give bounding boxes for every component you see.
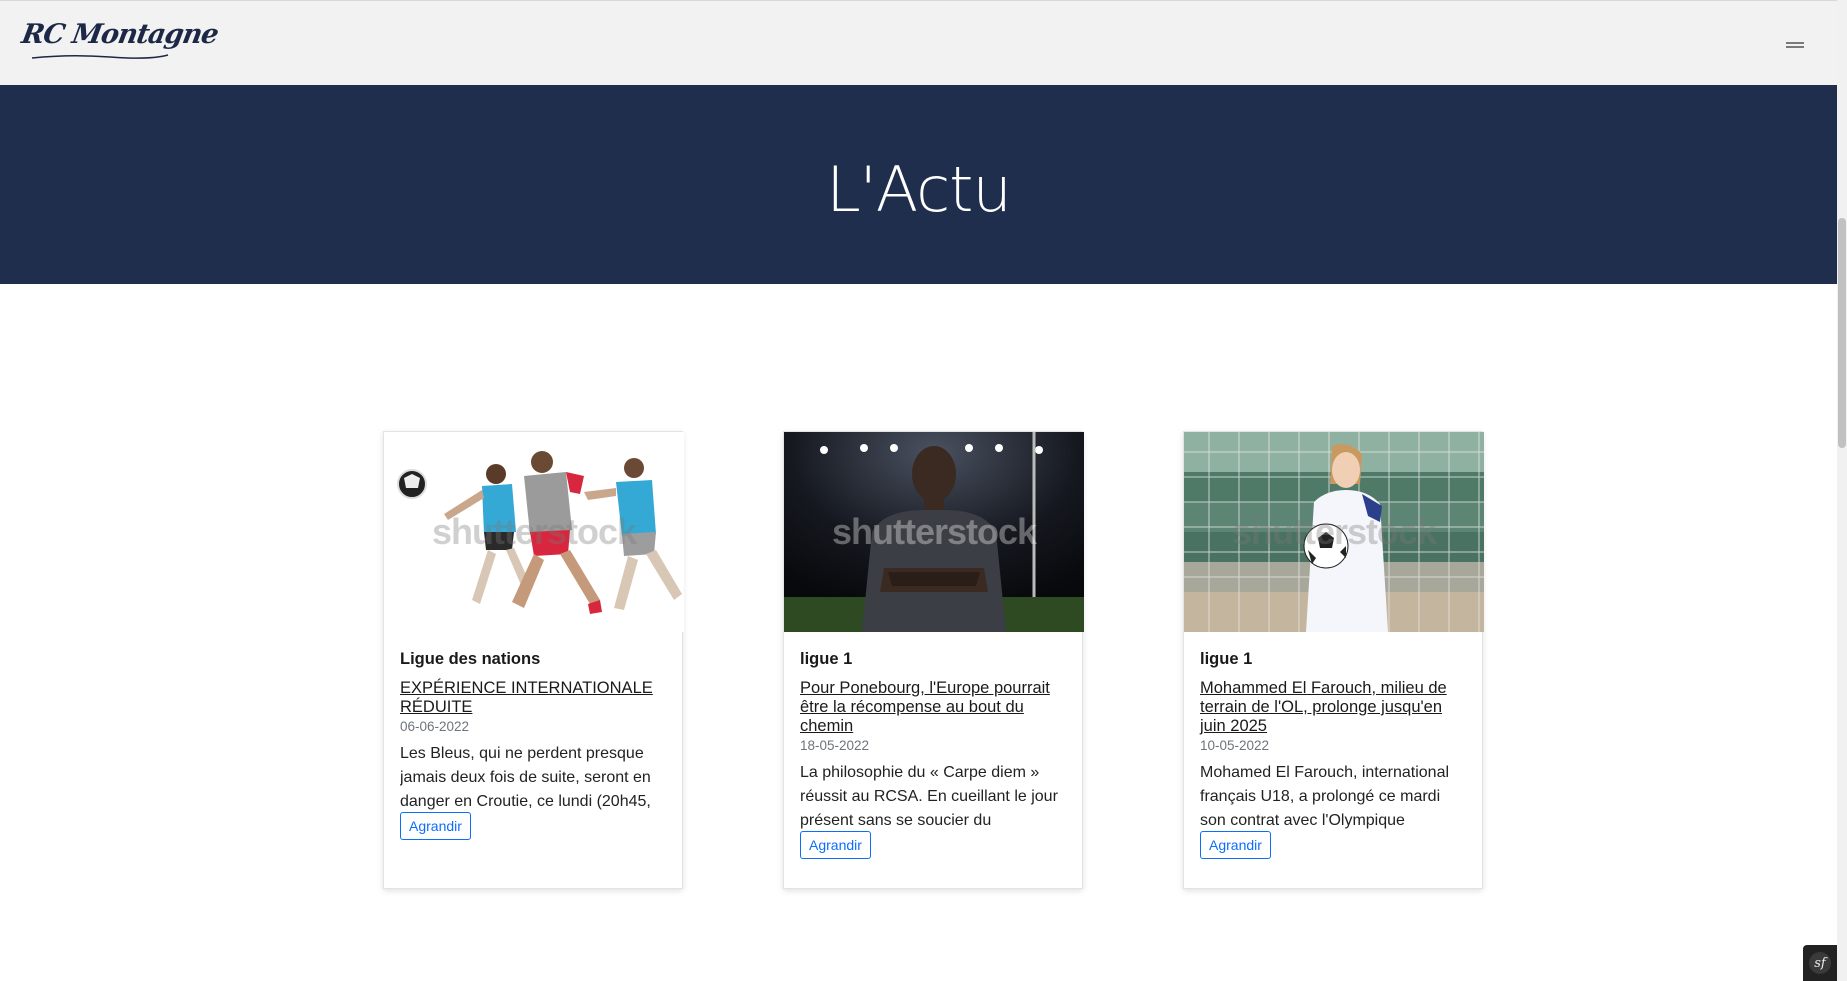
news-category: Ligue des nations bbox=[400, 650, 541, 668]
page-title: L'Actu bbox=[826, 153, 1012, 226]
brand-logo[interactable]: RC Montagne bbox=[19, 19, 220, 50]
hamburger-menu-button[interactable] bbox=[1778, 35, 1818, 55]
news-excerpt: Mohamed El Farouch, international frança… bbox=[1200, 764, 1450, 829]
news-card-body: ligue 1 Mohammed El Farouch, milieu de t… bbox=[1184, 632, 1482, 859]
symfony-icon: sf bbox=[1809, 952, 1831, 974]
expand-button[interactable]: Agrandir bbox=[800, 831, 871, 859]
vertical-scrollbar[interactable] bbox=[1837, 0, 1847, 981]
expand-button[interactable]: Agrandir bbox=[1200, 831, 1271, 859]
news-excerpt: Les Bleus, qui ne perdent presque jamais… bbox=[400, 745, 651, 810]
news-title-link[interactable]: Pour Ponebourg, l'Europe pourrait être l… bbox=[800, 679, 1066, 736]
image-watermark: shutterstock bbox=[831, 511, 1037, 552]
news-category: ligue 1 bbox=[800, 650, 853, 668]
news-card: shutterstock ligue 1 Pour Ponebourg, l'E… bbox=[783, 431, 1084, 889]
news-image: shutterstock bbox=[784, 432, 1084, 632]
news-excerpt: La philosophie du « Carpe diem » réussit… bbox=[800, 764, 1058, 829]
debug-toolbar-toggle[interactable]: sf bbox=[1803, 945, 1837, 981]
image-watermark: shutterstock bbox=[431, 511, 637, 552]
news-date: 10-05-2022 bbox=[1200, 738, 1270, 753]
news-card-body: Ligue des nations EXPÉRIENCE INTERNATION… bbox=[384, 632, 682, 840]
news-title-link[interactable]: Mohammed El Farouch, milieu de terrain d… bbox=[1200, 679, 1466, 736]
hero-banner: L'Actu bbox=[0, 85, 1837, 284]
news-card-body: ligue 1 Pour Ponebourg, l'Europe pourrai… bbox=[784, 632, 1082, 859]
expand-button[interactable]: Agrandir bbox=[400, 812, 471, 840]
news-card: shutterstock Ligue des nations EXPÉRIENC… bbox=[383, 431, 684, 889]
image-watermark: shutterstock bbox=[1231, 511, 1437, 552]
scrollbar-thumb[interactable] bbox=[1838, 218, 1846, 448]
news-card: shutterstock ligue 1 Mohammed El Farouch… bbox=[1183, 431, 1484, 889]
news-date: 06-06-2022 bbox=[400, 719, 470, 734]
navbar: RC Montagne bbox=[0, 0, 1837, 85]
news-category: ligue 1 bbox=[1200, 650, 1253, 668]
news-image: shutterstock bbox=[1184, 432, 1484, 632]
hamburger-line bbox=[1786, 46, 1804, 48]
hamburger-icon bbox=[1786, 42, 1804, 44]
page: RC Montagne L'Actu shutterstock Ligue de… bbox=[0, 0, 1847, 981]
news-title-link[interactable]: EXPÉRIENCE INTERNATIONALE RÉDUITE bbox=[400, 679, 666, 717]
news-image: shutterstock bbox=[384, 432, 684, 632]
news-date: 18-05-2022 bbox=[800, 738, 870, 753]
main-content: RC Montagne L'Actu shutterstock Ligue de… bbox=[0, 0, 1837, 981]
brand-underline-icon bbox=[31, 54, 169, 59]
